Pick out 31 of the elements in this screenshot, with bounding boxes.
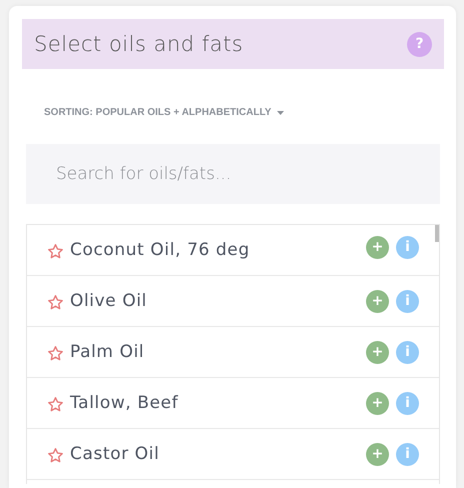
star-icon[interactable] <box>47 294 64 311</box>
add-button[interactable]: + <box>366 442 389 466</box>
oil-name: Coconut Oil, 76 deg <box>70 240 251 260</box>
star-icon[interactable] <box>47 243 64 260</box>
oil-name: Palm Oil <box>70 342 146 362</box>
oil-name: Tallow, Beef <box>70 393 180 413</box>
star-icon[interactable] <box>47 447 64 464</box>
oil-name: Castor Oil <box>70 444 160 464</box>
sorting-dropdown[interactable]: SORTING: POPULAR OILS + ALPHABETICALLY <box>44 107 284 118</box>
oil-row[interactable]: Tallow, Beef + i <box>27 378 439 429</box>
add-button[interactable]: + <box>366 340 389 364</box>
oil-name: Olive Oil <box>70 291 148 311</box>
info-button[interactable]: i <box>396 236 419 258</box>
oil-row[interactable]: Castor Oil + i <box>27 429 439 480</box>
info-button[interactable]: i <box>396 392 419 414</box>
add-button[interactable]: + <box>366 290 389 312</box>
search-field[interactable]: Search for oils/fats... <box>26 144 440 204</box>
help-button[interactable]: ? <box>407 32 432 56</box>
oil-row[interactable]: Palm Oil + i <box>27 327 439 378</box>
star-icon[interactable] <box>47 396 64 413</box>
add-button[interactable]: + <box>366 236 389 258</box>
caret-icon <box>277 110 284 114</box>
star-icon[interactable] <box>47 345 64 362</box>
info-button[interactable]: i <box>396 442 419 466</box>
oil-row[interactable]: Coconut Oil, 76 deg + i <box>27 225 439 276</box>
scrollbar-thumb[interactable] <box>435 225 439 242</box>
info-button[interactable]: i <box>396 290 419 312</box>
panel-title: Select oils and fats <box>34 32 244 56</box>
add-button[interactable]: + <box>366 392 389 414</box>
info-button[interactable]: i <box>396 340 419 364</box>
oil-row[interactable]: Olive Oil + i <box>27 276 439 327</box>
